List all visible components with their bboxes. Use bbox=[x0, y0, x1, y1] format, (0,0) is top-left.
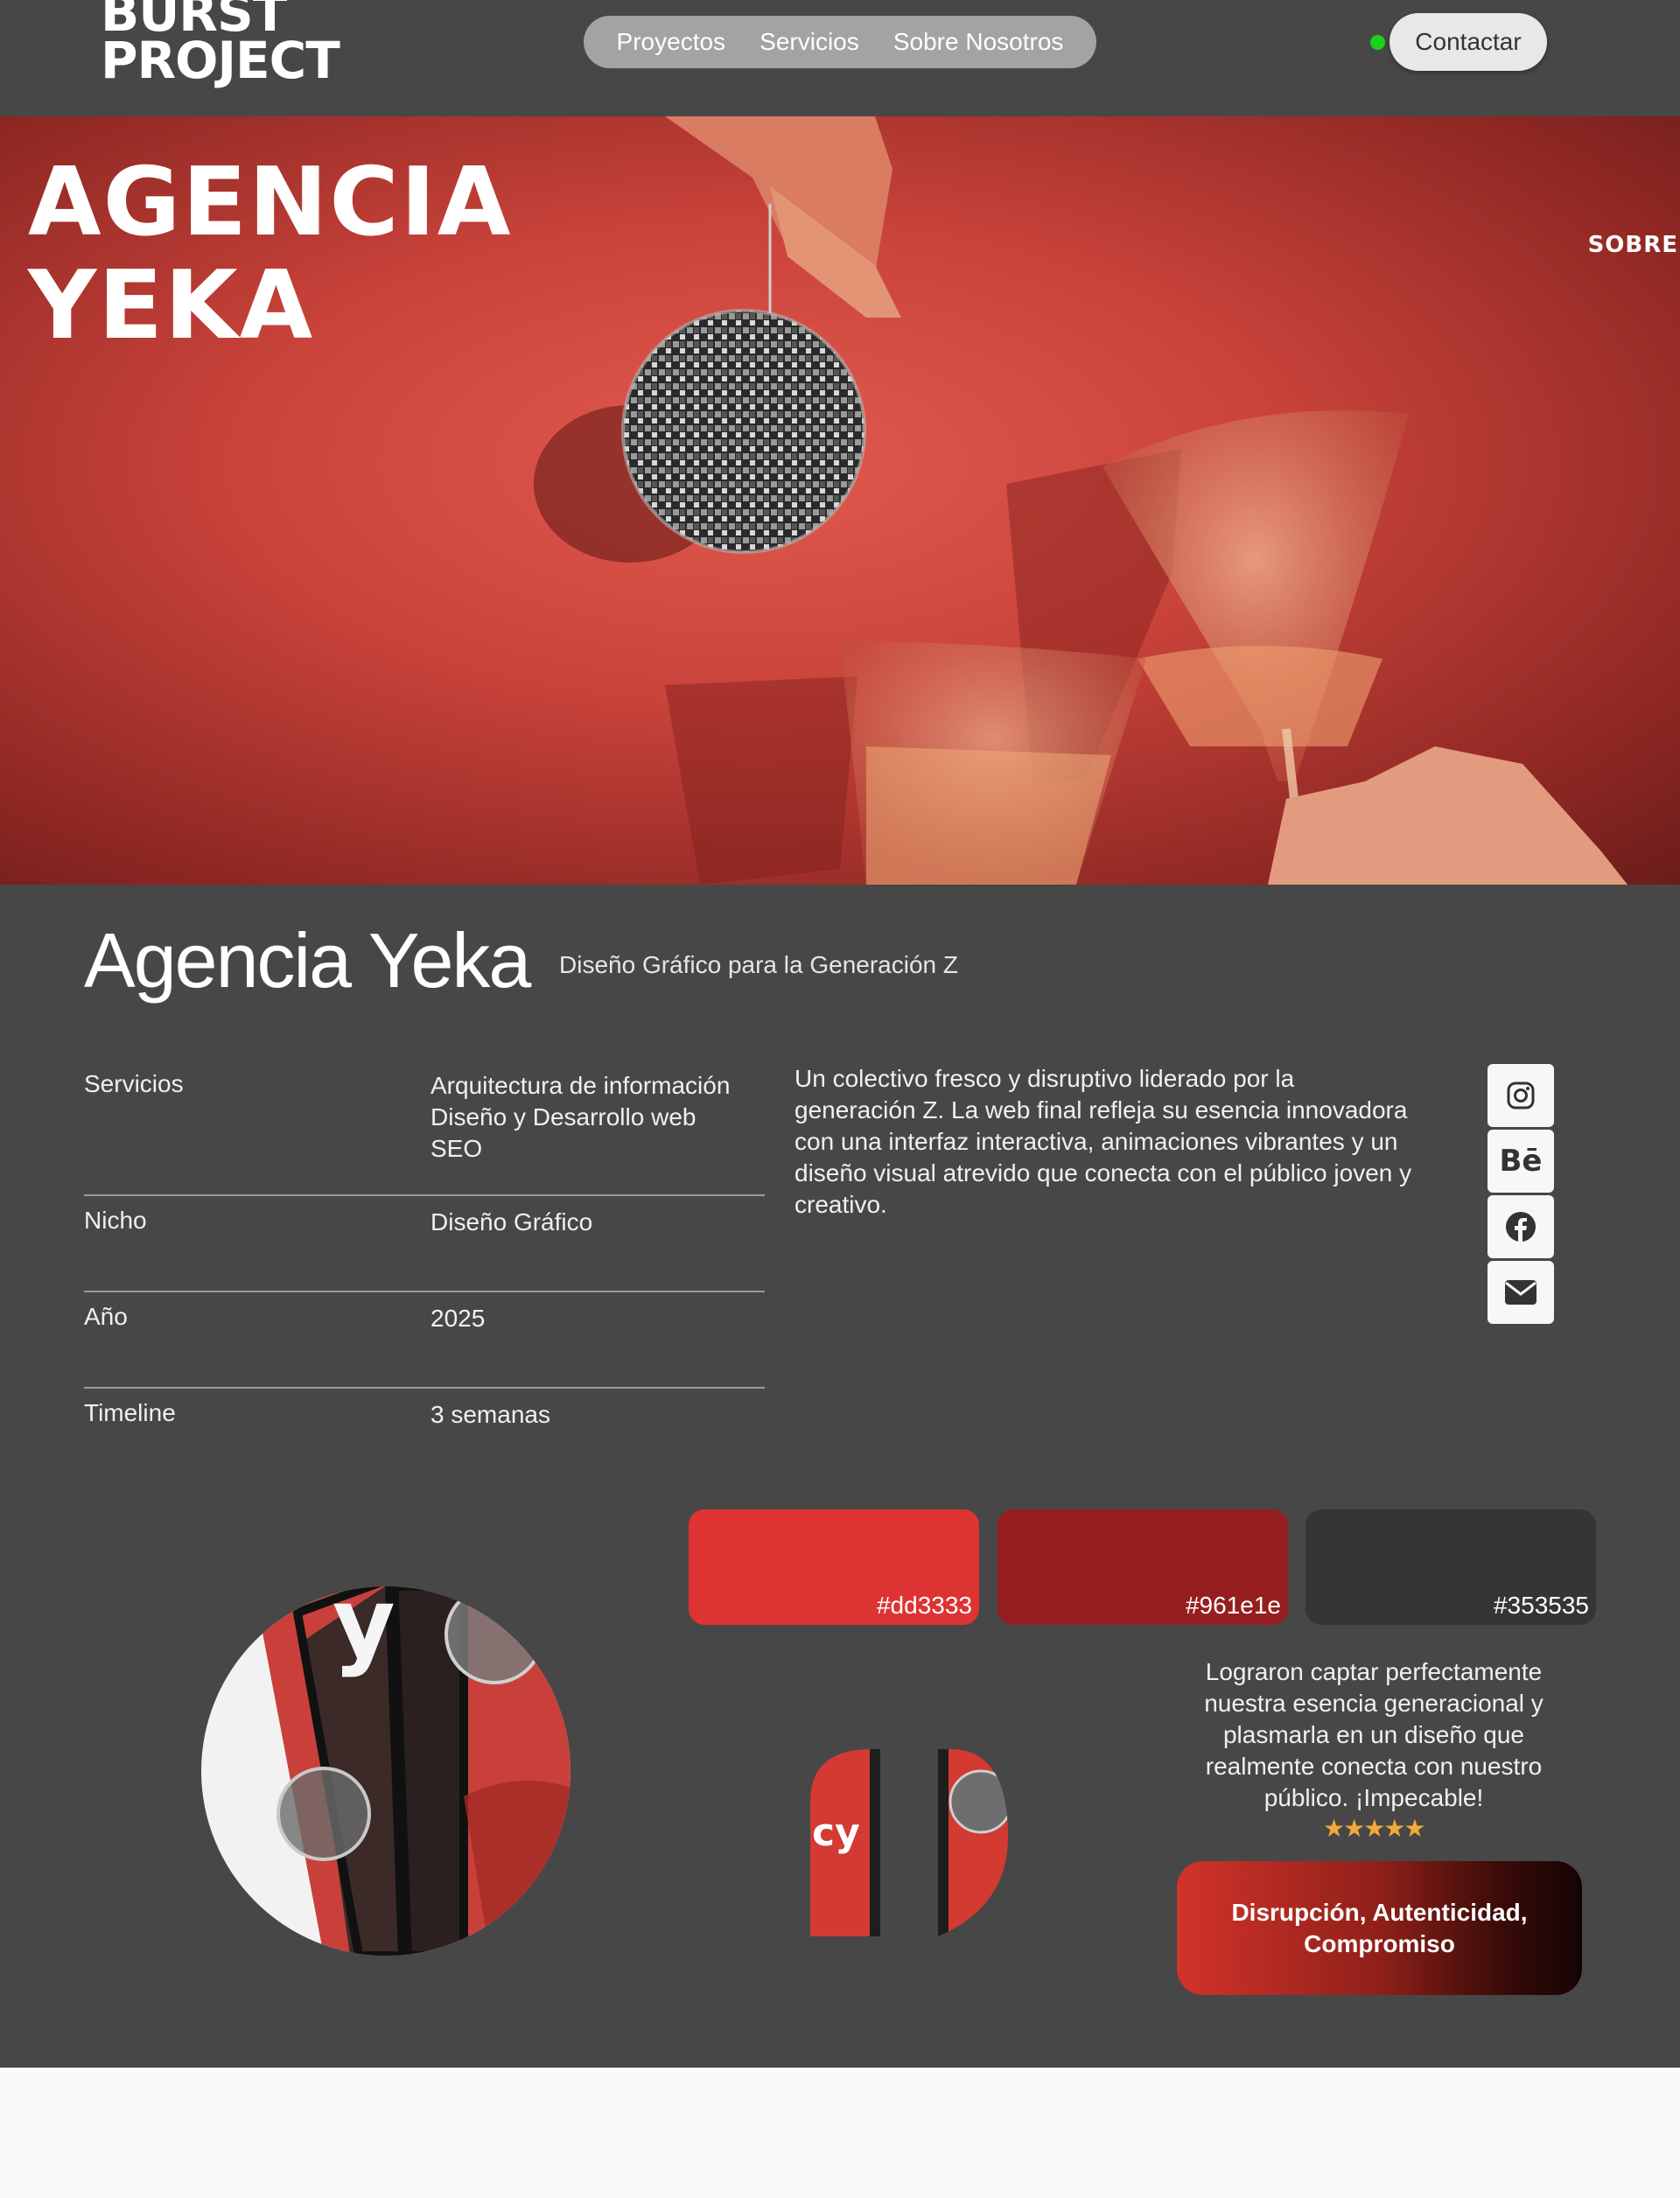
swatch-hex: #dd3333 bbox=[876, 1592, 972, 1619]
mockup-letter: y bbox=[332, 1586, 396, 1679]
mail-icon bbox=[1505, 1280, 1536, 1305]
instagram-link[interactable] bbox=[1488, 1064, 1554, 1127]
hero-side-text[interactable]: SOBRE bbox=[1588, 232, 1678, 258]
mockup-image-circle: y bbox=[201, 1586, 570, 1956]
detail-row-timeline: Timeline 3 semanas bbox=[84, 1389, 765, 1459]
hero-title-line-2: YEKA bbox=[28, 251, 315, 360]
detail-label: Año bbox=[84, 1303, 128, 1330]
detail-value-line: SEO bbox=[430, 1135, 483, 1162]
detail-label: Timeline bbox=[84, 1399, 176, 1426]
detail-row-servicios: Servicios Arquitectura de información Di… bbox=[84, 1060, 765, 1196]
hero-title: AGENCIA YEKA bbox=[28, 151, 512, 358]
detail-value-line: Diseño y Desarrollo web bbox=[430, 1103, 696, 1130]
detail-value: Diseño Gráfico bbox=[430, 1208, 593, 1236]
detail-row-ano: Año 2025 bbox=[84, 1292, 765, 1389]
detail-value-line: Arquitectura de información bbox=[430, 1072, 731, 1099]
project-details-table: Servicios Arquitectura de información Di… bbox=[84, 1060, 765, 1459]
behance-icon: Bē bbox=[1499, 1144, 1543, 1179]
instagram-icon bbox=[1507, 1082, 1535, 1110]
logo-line-2: PROJECT bbox=[101, 31, 340, 90]
mail-link[interactable] bbox=[1488, 1261, 1554, 1324]
values-badge: Disrupción, Autenticidad, Compromiso bbox=[1177, 1861, 1582, 1995]
star-rating: ★★★★★ bbox=[1323, 1815, 1426, 1842]
behance-link[interactable]: Bē bbox=[1488, 1130, 1554, 1193]
facebook-link[interactable] bbox=[1488, 1195, 1554, 1258]
detail-label: Servicios bbox=[84, 1070, 184, 1097]
main-nav: Proyectos Servicios Sobre Nosotros bbox=[584, 16, 1096, 68]
detail-value: Arquitectura de información Diseño y Des… bbox=[430, 1070, 730, 1165]
hero-banner: AGENCIA YEKA SOBRE bbox=[0, 116, 1680, 885]
contact-button[interactable]: Contactar bbox=[1390, 13, 1547, 71]
facebook-icon bbox=[1506, 1212, 1536, 1242]
detail-value: 2025 bbox=[430, 1305, 486, 1332]
client-testimonial: Lograron captar perfectamente nuestra es… bbox=[1204, 1658, 1544, 1811]
online-status-dot bbox=[1370, 35, 1385, 50]
swatch-hex: #353535 bbox=[1493, 1592, 1589, 1619]
detail-label: Nicho bbox=[84, 1207, 147, 1234]
project-subtitle: Diseño Gráfico para la Generación Z bbox=[559, 951, 958, 978]
nav-item-servicios[interactable]: Servicios bbox=[760, 28, 859, 56]
social-links: Bē bbox=[1488, 1064, 1554, 1326]
mockup-word: cy bbox=[812, 1810, 860, 1855]
logo[interactable]: BURST PROJECT bbox=[101, 0, 340, 90]
project-title: Agencia Yeka bbox=[84, 917, 531, 1004]
color-swatch-primary: #dd3333 bbox=[689, 1509, 979, 1625]
detail-row-nicho: Nicho Diseño Gráfico bbox=[84, 1196, 765, 1292]
site-header: BURST PROJECT Proyectos Servicios Sobre … bbox=[0, 0, 1680, 116]
project-info-section: Agencia Yeka Diseño Gráfico para la Gene… bbox=[0, 885, 1680, 2068]
detail-value: 3 semanas bbox=[430, 1401, 550, 1428]
color-swatch-dark: #353535 bbox=[1306, 1509, 1596, 1625]
project-description: Un colectivo fresco y disruptivo liderad… bbox=[794, 1065, 1412, 1218]
swatch-hex: #961e1e bbox=[1185, 1592, 1281, 1619]
color-swatch-secondary: #961e1e bbox=[998, 1509, 1288, 1625]
nav-item-proyectos[interactable]: Proyectos bbox=[617, 28, 726, 56]
mockup-image-phones: cy bbox=[810, 1749, 1008, 1936]
hero-title-line-1: AGENCIA bbox=[28, 148, 513, 257]
nav-item-sobre-nosotros[interactable]: Sobre Nosotros bbox=[893, 28, 1064, 56]
